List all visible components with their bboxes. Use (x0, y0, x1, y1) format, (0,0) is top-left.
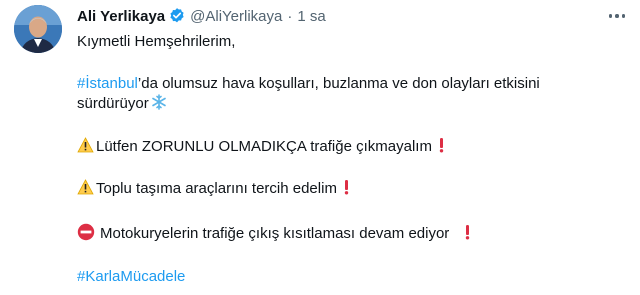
hashtag-karlamucadele[interactable]: #KarlaMücadele (77, 268, 185, 285)
tweet-line-1-text: ’da olumsuz hava koşulları, buzlanma ve … (137, 75, 540, 92)
more-icon[interactable] (604, 6, 630, 26)
author-handle[interactable]: @AliYerlikaya (190, 8, 282, 25)
tweet-line-1: #İstanbul’da olumsuz hava koşulları, buz… (77, 74, 540, 94)
warning-text-2: Toplu taşıma araçlarını tercih edelim (96, 180, 337, 197)
tweet[interactable]: Ali Yerlikaya @AliYerlikaya · 1 sa Kıyme… (0, 0, 640, 295)
warning-line-2: Toplu taşıma araçlarını tercih edelim (77, 179, 351, 199)
hashtag-line: #KarlaMücadele (77, 267, 185, 287)
greeting-text: Kıymetli Hemşehrilerim, (77, 33, 236, 50)
tweet-line-1b: sürdürüyor (77, 94, 167, 114)
timestamp[interactable]: 1 sa (297, 8, 325, 25)
snowflake-icon (151, 94, 167, 110)
author-name[interactable]: Ali Yerlikaya (77, 8, 165, 25)
avatar[interactable] (14, 5, 62, 53)
exclamation-icon (437, 137, 446, 153)
notice-text: Motokuryelerin trafiğe çıkış kısıtlaması… (100, 225, 450, 242)
no-entry-icon (77, 223, 95, 241)
hashtag-istanbul[interactable]: #İstanbul (77, 75, 138, 92)
separator-dot: · (287, 7, 293, 25)
verified-badge-icon (168, 7, 186, 25)
warning-text-1: Lütfen ZORUNLU OLMADIKÇA trafiğe çıkmaya… (96, 138, 432, 155)
warning-icon (77, 137, 94, 153)
tweet-line-1b-text: sürdürüyor (77, 95, 149, 112)
warning-line-1: Lütfen ZORUNLU OLMADIKÇA trafiğe çıkmaya… (77, 137, 446, 157)
tweet-header: Ali Yerlikaya @AliYerlikaya · 1 sa (77, 5, 326, 27)
exclamation-icon (342, 179, 351, 195)
notice-line: Motokuryelerin trafiğe çıkış kısıtlaması… (77, 223, 472, 244)
warning-icon (77, 179, 94, 195)
exclamation-icon (463, 224, 472, 240)
